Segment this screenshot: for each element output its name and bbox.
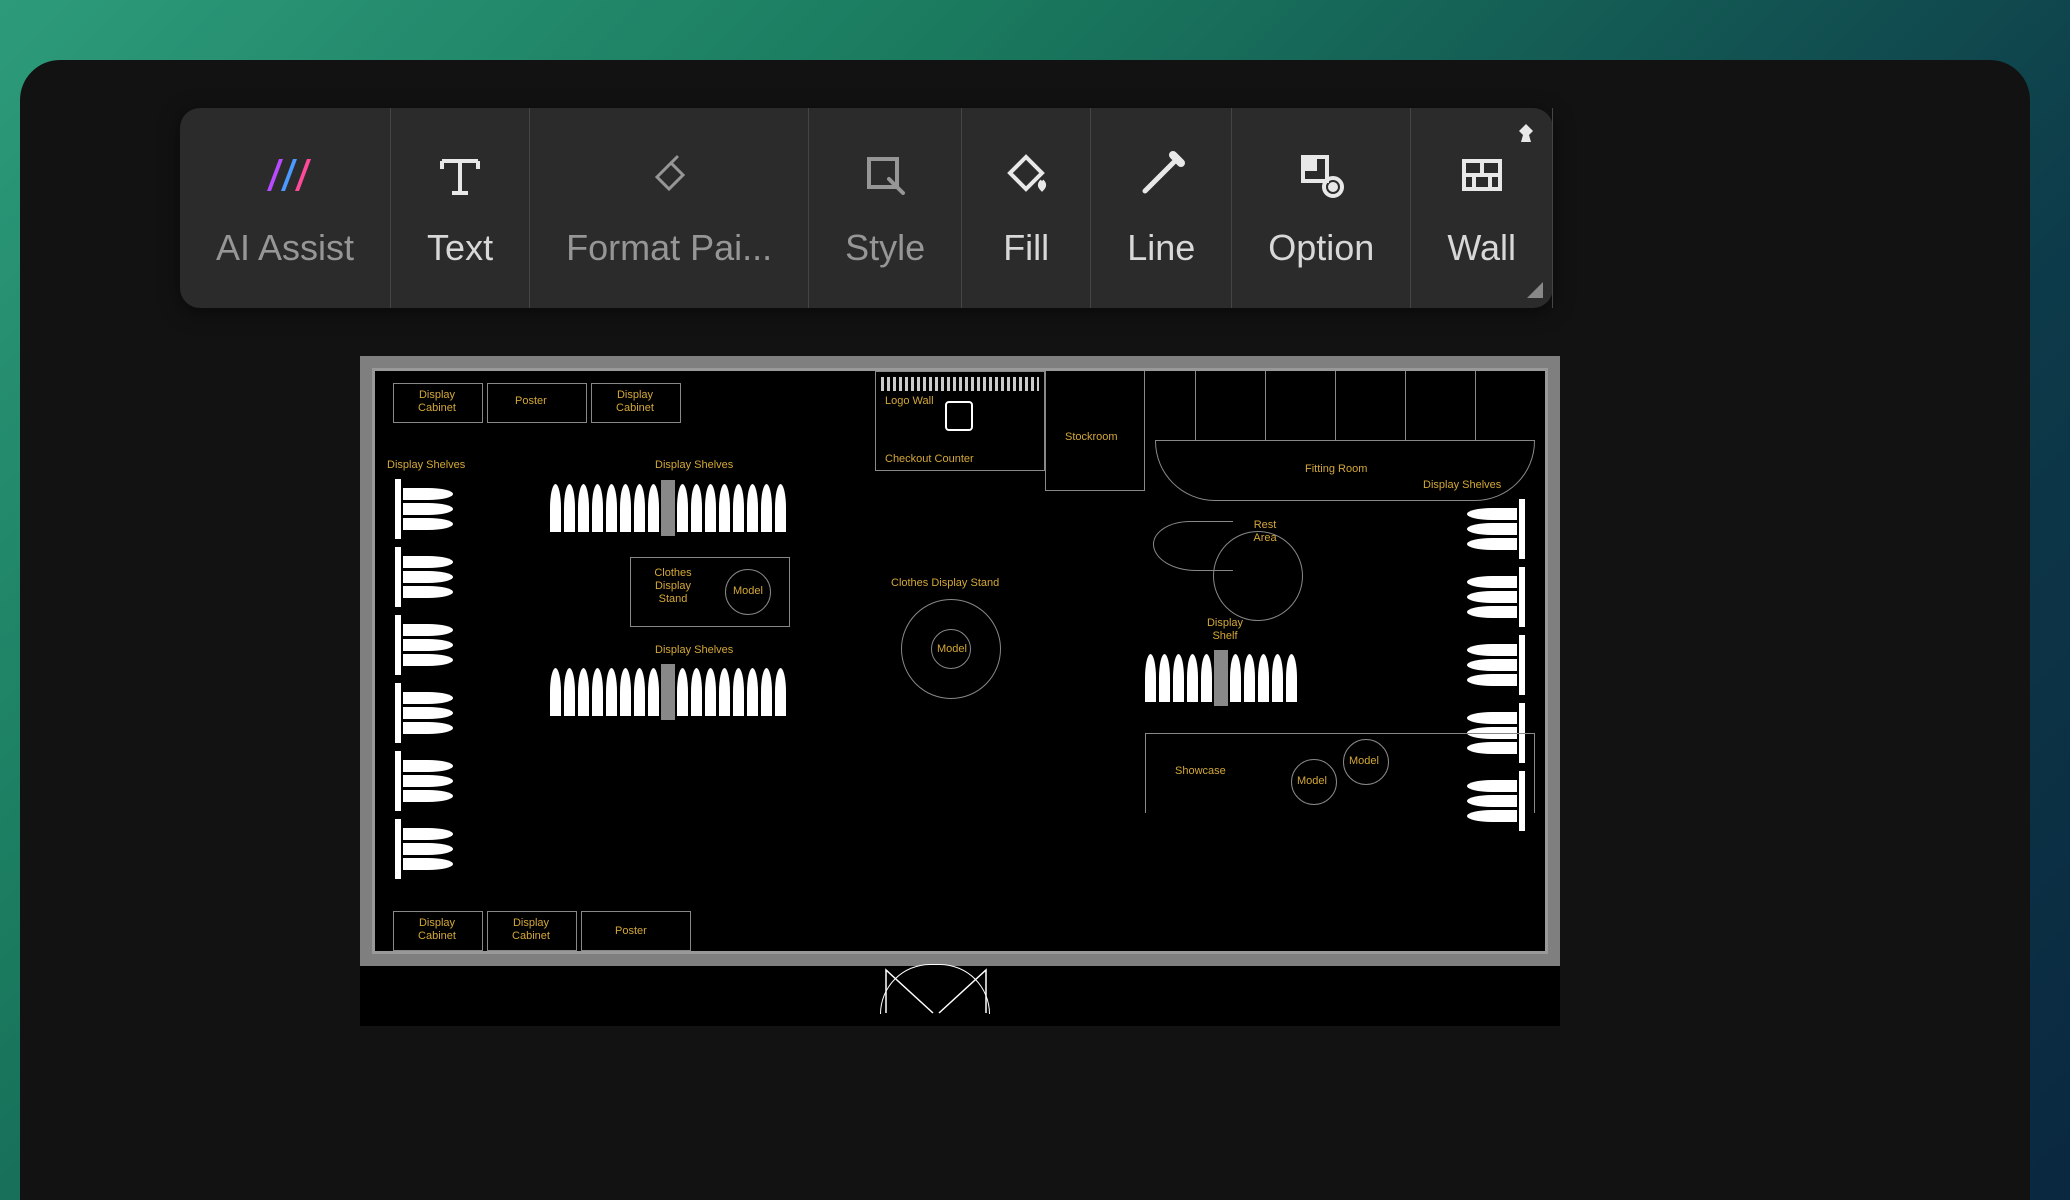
label-logo-wall: Logo Wall bbox=[885, 395, 934, 408]
tool-label: Line bbox=[1127, 227, 1195, 269]
style-button[interactable]: Style bbox=[809, 108, 962, 308]
tool-label: Style bbox=[845, 227, 925, 269]
floor-plan-below bbox=[360, 966, 1560, 1026]
format-painter-button[interactable]: Format Pai... bbox=[530, 108, 809, 308]
option-icon bbox=[1293, 147, 1349, 203]
label-clothes-display-stand: Clothes Display Stand bbox=[643, 567, 703, 607]
tool-label: Format Pai... bbox=[566, 227, 772, 269]
style-icon bbox=[857, 147, 913, 203]
label-display-cabinet-4: Display Cabinet bbox=[501, 917, 561, 943]
text-icon bbox=[432, 147, 488, 203]
label-fitting-room: Fitting Room bbox=[1305, 463, 1367, 476]
floor-plan-canvas[interactable]: Display Cabinet Poster Display Cabinet L… bbox=[360, 356, 1560, 966]
pin-icon[interactable] bbox=[1513, 122, 1539, 148]
label-model-4: Model bbox=[1349, 755, 1379, 768]
fill-icon bbox=[998, 147, 1054, 203]
floor-plan-inner: Display Cabinet Poster Display Cabinet L… bbox=[372, 368, 1548, 954]
ai-assist-button[interactable]: AI Assist bbox=[180, 108, 391, 308]
label-display-shelves-center2: Display Shelves bbox=[655, 644, 733, 657]
tool-label: Text bbox=[427, 227, 493, 269]
tool-label: Option bbox=[1268, 227, 1374, 269]
line-button[interactable]: Line bbox=[1091, 108, 1232, 308]
label-model-1: Model bbox=[733, 585, 763, 598]
label-display-cabinet-3: Display Cabinet bbox=[407, 917, 467, 943]
label-stockroom: Stockroom bbox=[1065, 431, 1118, 444]
tool-label: Fill bbox=[1003, 227, 1049, 269]
label-display-shelf: Display Shelf bbox=[1195, 617, 1255, 643]
label-showcase: Showcase bbox=[1175, 765, 1226, 778]
expand-corner-icon[interactable] bbox=[1527, 282, 1543, 298]
label-poster-2: Poster bbox=[615, 925, 647, 938]
label-checkout-counter: Checkout Counter bbox=[885, 453, 974, 466]
line-icon bbox=[1133, 147, 1189, 203]
format-painter-icon bbox=[641, 147, 697, 203]
label-poster: Poster bbox=[515, 395, 547, 408]
tool-label: AI Assist bbox=[216, 227, 354, 269]
label-display-cabinet: Display Cabinet bbox=[407, 389, 467, 415]
label-model-3: Model bbox=[1297, 775, 1327, 788]
label-display-shelves-right: Display Shelves bbox=[1423, 479, 1501, 492]
door-arc bbox=[880, 964, 990, 1014]
text-button[interactable]: Text bbox=[391, 108, 530, 308]
label-display-shelves-center1: Display Shelves bbox=[655, 459, 733, 472]
label-clothes-display-stand-2: Clothes Display Stand bbox=[891, 577, 999, 590]
ai-assist-icon bbox=[257, 147, 313, 203]
wall-icon bbox=[1454, 147, 1510, 203]
fill-button[interactable]: Fill bbox=[962, 108, 1091, 308]
label-display-shelves-left: Display Shelves bbox=[387, 459, 465, 472]
label-model-2: Model bbox=[937, 643, 967, 656]
label-rest-area: Rest Area bbox=[1245, 519, 1285, 545]
app-window: AI Assist Text Format Pai... Style Fill bbox=[20, 60, 2030, 1200]
option-button[interactable]: Option bbox=[1232, 108, 1411, 308]
label-display-cabinet-2: Display Cabinet bbox=[605, 389, 665, 415]
tool-label: Wall bbox=[1447, 227, 1516, 269]
toolbar: AI Assist Text Format Pai... Style Fill bbox=[180, 108, 1553, 308]
